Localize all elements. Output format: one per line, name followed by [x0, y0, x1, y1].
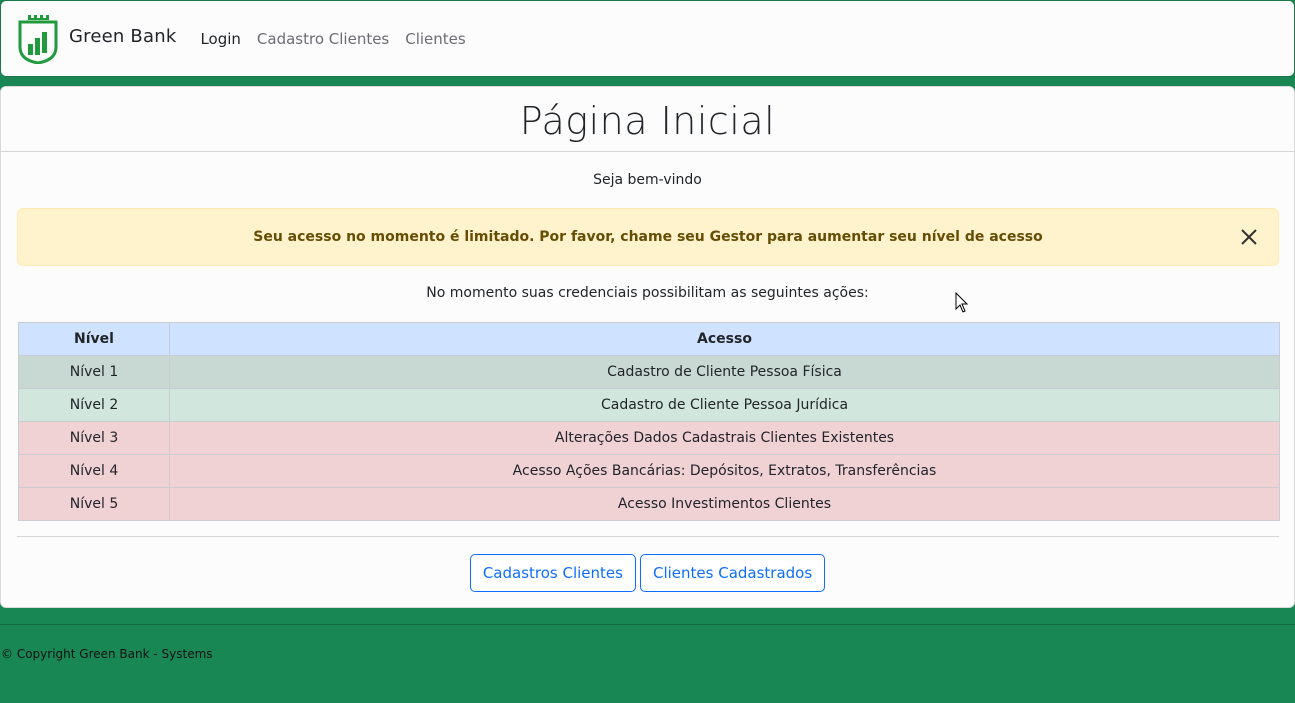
table-row: Nível 5 Acesso Investimentos Clientes [18, 487, 1280, 521]
divider [17, 536, 1279, 537]
mouse-pointer-icon [955, 291, 971, 314]
table-cell-level: Nível 2 [18, 388, 170, 422]
access-warning-alert: Seu acesso no momento é limitado. Por fa… [17, 208, 1279, 266]
alert-message: Seu acesso no momento é limitado. Por fa… [253, 229, 1043, 245]
table-cell-access: Acesso Ações Bancárias: Depósitos, Extra… [169, 454, 1280, 488]
footer-divider [0, 624, 1295, 625]
nav-link-login[interactable]: Login [200, 30, 240, 48]
welcome-text: Seja bem-vindo [593, 172, 702, 188]
table-cell-level: Nível 3 [18, 421, 170, 455]
credentials-subtext: No momento suas credenciais possibilitam… [426, 285, 869, 301]
table-header-row: Nível Acesso [18, 322, 1280, 356]
table-cell-level: Nível 1 [18, 355, 170, 389]
footer-copyright: © Copyright Green Bank - Systems [1, 647, 213, 661]
column-header-acesso: Acesso [169, 322, 1280, 356]
table-cell-access: Cadastro de Cliente Pessoa Física [169, 355, 1280, 389]
page-title: Página Inicial [1, 87, 1294, 152]
table-row: Nível 3 Alterações Dados Cadastrais Clie… [18, 421, 1280, 455]
navbar: Green Bank Login Cadastro Clientes Clien… [0, 0, 1295, 77]
table-cell-access: Alterações Dados Cadastrais Clientes Exi… [169, 421, 1280, 455]
action-buttons: Cadastros Clientes Clientes Cadastrados [1, 554, 1294, 592]
nav-link-cadastro-clientes[interactable]: Cadastro Clientes [257, 30, 389, 48]
cadastros-clientes-button[interactable]: Cadastros Clientes [469, 554, 636, 592]
table-cell-access: Cadastro de Cliente Pessoa Jurídica [169, 388, 1280, 422]
table-cell-level: Nível 4 [18, 454, 170, 488]
table-row: Nível 4 Acesso Ações Bancárias: Depósito… [18, 454, 1280, 488]
table-row: Nível 1 Cadastro de Cliente Pessoa Físic… [18, 355, 1280, 389]
table-cell-access: Acesso Investimentos Clientes [169, 487, 1280, 521]
brand-link[interactable]: Green Bank [17, 14, 176, 64]
brand-name: Green Bank [69, 26, 177, 47]
close-icon[interactable] [1238, 226, 1260, 248]
table-cell-level: Nível 5 [18, 487, 170, 521]
clientes-cadastrados-button[interactable]: Clientes Cadastrados [639, 554, 826, 592]
nav-link-clientes[interactable]: Clientes [405, 30, 465, 48]
access-levels-table: Nível Acesso Nível 1 Cadastro de Cliente… [18, 322, 1280, 521]
green-bank-logo-icon [17, 14, 59, 64]
main-card: Página Inicial Seja bem-vindo Seu acesso… [0, 86, 1295, 608]
column-header-nivel: Nível [18, 322, 170, 356]
table-row: Nível 2 Cadastro de Cliente Pessoa Juríd… [18, 388, 1280, 422]
